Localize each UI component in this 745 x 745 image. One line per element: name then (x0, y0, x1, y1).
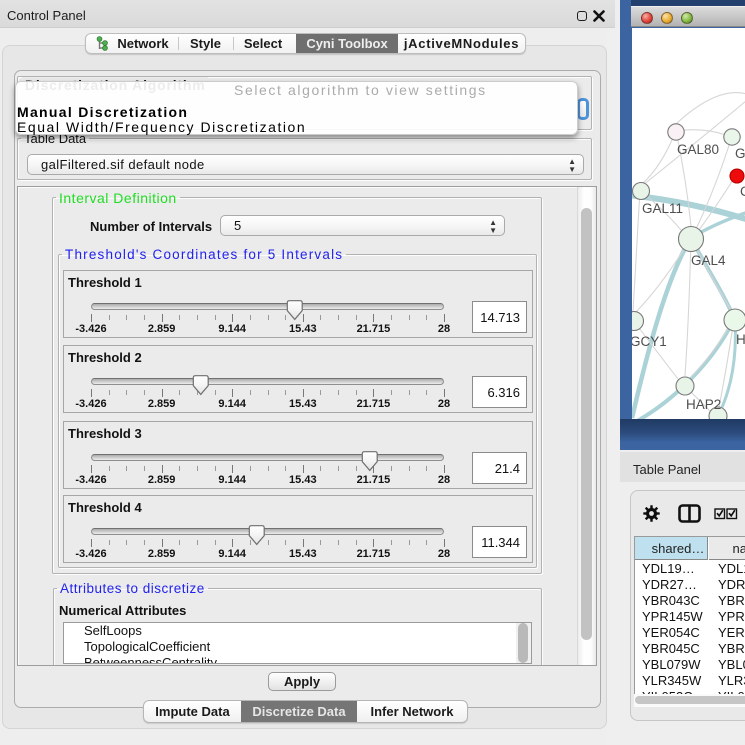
svg-text:GCY1: GCY1 (632, 334, 667, 349)
svg-text:GAL4: GAL4 (691, 253, 726, 268)
svg-text:H: H (736, 332, 745, 347)
svg-text:GAL80: GAL80 (677, 142, 719, 157)
svg-text:GA: GA (735, 146, 745, 161)
svg-text:HAP2: HAP2 (686, 397, 721, 412)
svg-text:GAL11: GAL11 (642, 201, 683, 216)
svg-text:C: C (740, 184, 745, 199)
